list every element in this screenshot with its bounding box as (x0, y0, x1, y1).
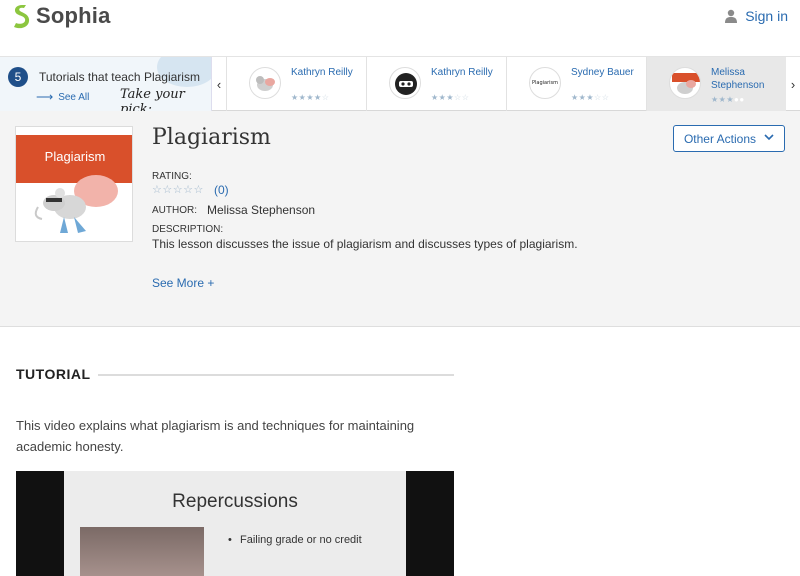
rat-thief-illustration-icon (34, 175, 118, 233)
rating-count-link[interactable]: (0) (214, 183, 229, 197)
sign-in-link[interactable]: Sign in (725, 8, 788, 24)
star-rating: ★★★★☆ (291, 93, 330, 102)
take-your-pick-text: Take your pick: (120, 87, 185, 111)
thumbnail-banner-text: Plagiarism (44, 149, 106, 164)
carousel-title: Tutorials that teach Plagiarism (39, 70, 200, 84)
heading-divider (98, 374, 454, 376)
see-all-link[interactable]: ⟶ See All (36, 90, 89, 104)
other-actions-button[interactable]: Other Actions (673, 125, 785, 152)
rat-illustration-icon (672, 73, 700, 94)
author-label: AUTHOR: (152, 205, 197, 216)
chevron-right-icon: › (790, 76, 796, 92)
chevron-left-icon: ‹ (216, 76, 222, 92)
description-text: This lesson discusses the issue of plagi… (152, 237, 578, 251)
sophia-logo-icon (14, 5, 30, 29)
carousel-author: Kathryn Reilly (431, 67, 493, 78)
star-rating: ★★★☆☆ (571, 93, 610, 102)
arrow-right-icon: ⟶ (36, 90, 54, 104)
carousel-author: Sydney Bauer (571, 67, 634, 78)
rat-illustration-icon (256, 76, 275, 91)
rating-label: RATING: (152, 171, 192, 182)
author-avatar (389, 67, 421, 99)
see-more-link[interactable]: See More + (152, 276, 214, 290)
star-rating: ★★★●● (711, 95, 745, 104)
tutorial-heading: TUTORIAL (16, 366, 91, 382)
star-rating: ★★★☆☆ (431, 93, 470, 102)
chevron-down-icon (764, 133, 774, 144)
see-all-label: See All (58, 91, 90, 103)
tutorial-count-badge: 5 (8, 67, 28, 87)
slide-title: Repercussions (172, 491, 298, 512)
carousel-author: Kathryn Reilly (291, 67, 353, 78)
sign-in-label: Sign in (745, 8, 788, 24)
site-header: Sophia Sign in (0, 0, 800, 57)
carousel-item[interactable]: Kathryn Reilly ★★★★☆ (226, 57, 366, 111)
description-label: DESCRIPTION: (152, 224, 224, 235)
video-slide: Repercussions Failing grade or no credit (64, 471, 406, 576)
carousel-prev-button[interactable]: ‹ (212, 57, 226, 111)
carousel-item-active[interactable]: Melissa Stephenson ★★★●● (646, 57, 786, 111)
author-avatar (669, 67, 701, 99)
user-icon (725, 9, 738, 23)
video-player[interactable]: Repercussions Failing grade or no credit (16, 471, 454, 576)
lesson-info-panel: Plagiarism Plagiarism RATING: ☆☆☆☆☆ (0) … (0, 111, 800, 327)
page-title: Plagiarism (152, 125, 271, 150)
thumb-text: Plagiarism (531, 80, 558, 86)
carousel-item[interactable]: Kathryn Reilly ★★★☆☆ (366, 57, 506, 111)
carousel-author: Melissa Stephenson (711, 67, 765, 91)
robot-icon (395, 73, 417, 95)
author-avatar (249, 67, 281, 99)
author-avatar: Plagiarism (529, 67, 561, 99)
slide-bullet: Failing grade or no credit (228, 533, 380, 548)
carousel-next-button[interactable]: › (786, 57, 800, 111)
rating-stars[interactable]: ☆☆☆☆☆ (152, 183, 204, 196)
author-name: Melissa Stephenson (207, 203, 316, 217)
carousel-intro: 5 Tutorials that teach Plagiarism ⟶ See … (0, 57, 212, 111)
other-actions-label: Other Actions (683, 131, 757, 146)
carousel-item[interactable]: Plagiarism Sydney Bauer ★★★☆☆ (506, 57, 646, 111)
lesson-thumbnail: Plagiarism (15, 126, 133, 242)
brand-name: Sophia (36, 3, 111, 28)
tutorial-description: This video explains what plagiarism is a… (16, 418, 415, 454)
sophia-logo[interactable]: Sophia (10, 3, 111, 29)
tutorial-carousel: 5 Tutorials that teach Plagiarism ⟶ See … (0, 57, 800, 111)
slide-photo (80, 527, 204, 576)
